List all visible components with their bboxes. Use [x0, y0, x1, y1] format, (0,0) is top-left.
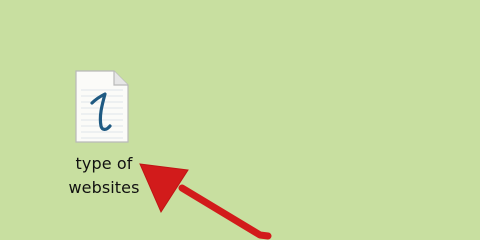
file-name-line-1: type of	[75, 154, 133, 173]
desktop-file-item[interactable]: type of websites	[52, 64, 156, 204]
desktop: type of websites	[0, 0, 480, 240]
file-name-line-2: websites	[68, 178, 140, 197]
file-name-label[interactable]: type of websites	[52, 152, 156, 200]
text-document-icon[interactable]	[68, 68, 132, 148]
